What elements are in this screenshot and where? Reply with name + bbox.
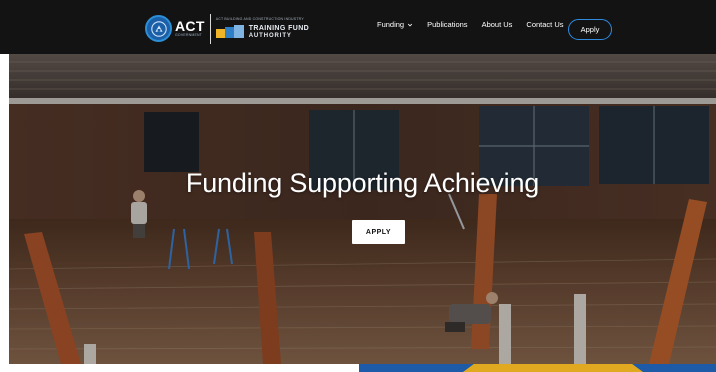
- hero-banner: Funding Supporting Achieving APPLY: [9, 54, 716, 364]
- hero-background-image: [9, 54, 716, 364]
- training-fund-tagline: ACT BUILDING AND CONSTRUCTION INDUSTRY: [215, 17, 304, 21]
- site-logo[interactable]: ACT GOVERNMENT ACT BUILDING AND CONSTRUC…: [145, 12, 309, 45]
- act-seal-icon: [145, 15, 172, 42]
- nav-item-label: About Us: [481, 20, 513, 29]
- training-fund-mark-icon: [215, 24, 246, 40]
- training-fund-logo: ACT BUILDING AND CONSTRUCTION INDUSTRY T…: [215, 17, 310, 40]
- site-header: ACT GOVERNMENT ACT BUILDING AND CONSTRUC…: [0, 0, 716, 54]
- header-apply-button[interactable]: Apply: [568, 19, 612, 40]
- act-logo-text: ACT GOVERNMENT: [175, 19, 205, 38]
- hero-apply-button[interactable]: APPLY: [352, 220, 405, 244]
- act-logo-sub: GOVERNMENT: [175, 33, 203, 38]
- training-fund-name-line1: TRAINING FUND: [248, 25, 310, 32]
- act-logo-word: ACT: [175, 18, 205, 35]
- hero-title: Funding Supporting Achieving: [185, 168, 540, 198]
- nav-item-label: Publications: [427, 20, 468, 29]
- nav-item-label: Funding: [377, 20, 405, 29]
- logo-divider: [209, 13, 211, 44]
- chevron-down-icon: [408, 23, 413, 26]
- bottom-gold-band: [463, 364, 643, 372]
- nav-item-contact-us[interactable]: Contact Us: [526, 20, 563, 29]
- nav-item-label: Contact Us: [526, 20, 564, 29]
- training-fund-name-line2: AUTHORITY: [248, 33, 292, 39]
- main-nav: Funding Publications About Us Contact Us: [377, 20, 578, 29]
- nav-item-publications[interactable]: Publications: [427, 20, 467, 29]
- nav-item-about-us[interactable]: About Us: [482, 20, 513, 29]
- nav-item-funding[interactable]: Funding: [377, 20, 413, 29]
